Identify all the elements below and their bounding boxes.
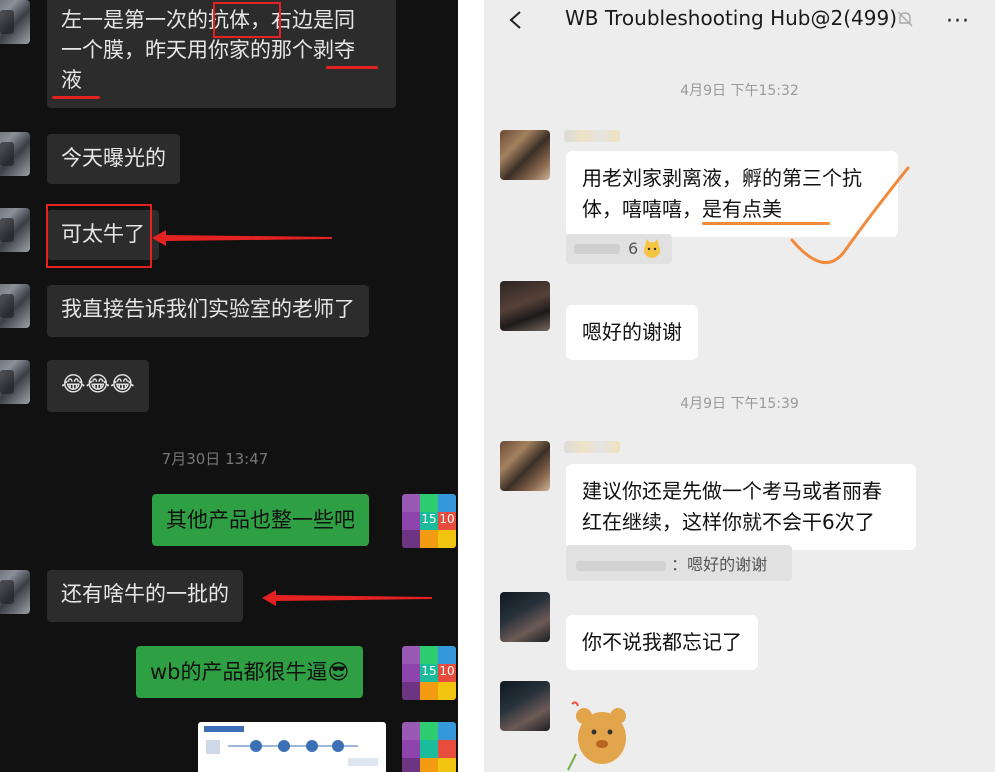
sent-message-bubble[interactable]: 其他产品也整一些吧 (152, 494, 369, 546)
message-line: 一个膜，昨天用你家的那个剥夺 (61, 38, 355, 62)
message-text: 其他产品也整一些吧 (166, 508, 355, 532)
app-icon-number: 15 (420, 664, 438, 682)
chevron-left-icon[interactable] (506, 10, 526, 30)
timestamp: 4月9日 下午15:32 (680, 83, 799, 99)
app-icon-number: 10 (438, 512, 456, 530)
reaction-user-blurred (574, 244, 620, 254)
diagram-thumbnail-image (204, 726, 378, 766)
message-text: wb的产品都很牛逼😎 (150, 660, 350, 684)
app-icon-number: 10 (438, 664, 456, 682)
left-chat-screenshot: 左一是第一次的抗体，右边是同 一个膜，昨天用你家的那个剥夺 液 今天曝光的 可太… (0, 0, 458, 772)
message-bubble[interactable]: 建议你还是先做一个考马或者丽春 红在继续，这样你就不会干6次了 (566, 464, 916, 550)
chat-title: WB Troubleshooting Hub@2(499) (565, 6, 897, 30)
message-bubble[interactable]: 嗯好的谢谢 (566, 305, 698, 360)
reaction-bar[interactable]: 6 (566, 234, 672, 264)
message-bubble[interactable]: 你不说我都忘记了 (566, 615, 758, 670)
app-icon-number: 15 (420, 512, 438, 530)
message-line: 红在继续，这样你就不会干6次了 (582, 510, 875, 534)
avatar[interactable] (0, 570, 30, 614)
message-bubble[interactable]: 还有啥牛的一批的 (47, 570, 243, 622)
message-text: 今天曝光的 (61, 146, 166, 170)
orange-checkmark-icon (790, 166, 910, 264)
message-line: 建议你还是先做一个考马或者丽春 (582, 479, 882, 503)
message-text: 你不说我都忘记了 (582, 630, 742, 654)
avatar[interactable] (0, 208, 30, 252)
sender-name-blurred (564, 441, 620, 453)
red-underline (326, 66, 378, 69)
sender-name-blurred (564, 130, 620, 142)
message-line: 液 (61, 68, 82, 92)
red-highlight-box (46, 204, 152, 268)
timestamp: 4月9日 下午15:39 (680, 396, 799, 412)
avatar[interactable] (0, 360, 30, 404)
avatar[interactable] (0, 132, 30, 176)
message-bubble[interactable]: 😂😂😂 (47, 360, 149, 412)
avatar[interactable] (500, 592, 550, 642)
message-text: 😂😂😂 (61, 372, 135, 396)
more-icon[interactable]: ··· (946, 9, 970, 34)
app-icon[interactable]: 15 10 (402, 646, 456, 700)
app-icon[interactable] (402, 722, 456, 772)
message-text: 嗯好的谢谢 (582, 320, 682, 344)
avatar[interactable] (500, 130, 550, 180)
image-thumbnail[interactable] (198, 722, 386, 772)
avatar[interactable] (500, 441, 550, 491)
reaction-count: 6 (628, 239, 639, 258)
bell-muted-icon (897, 11, 913, 27)
right-chat-screenshot: WB Troubleshooting Hub@2(499) ··· 4月9日 下… (484, 0, 995, 772)
red-highlight-box (213, 2, 281, 38)
avatar[interactable] (0, 284, 30, 328)
avatar[interactable] (500, 681, 550, 731)
message-bubble[interactable]: 今天曝光的 (47, 134, 180, 184)
quoted-sender-blurred (576, 560, 666, 571)
quoted-text: ：嗯好的谢谢 (671, 555, 768, 574)
bear-sticker-icon[interactable] (566, 700, 634, 772)
message-bubble[interactable]: 我直接告诉我们实验室的老师了 (47, 285, 369, 337)
red-arrow-icon (262, 590, 432, 606)
avatar[interactable] (500, 281, 550, 331)
cat-emoji-icon (644, 239, 660, 258)
red-arrow-icon (152, 230, 332, 246)
red-underline (52, 96, 100, 99)
message-text: 我直接告诉我们实验室的老师了 (61, 297, 355, 321)
chat-header: WB Troubleshooting Hub@2(499) ··· (484, 0, 995, 42)
timestamp: 7月30日 13:47 (161, 450, 269, 468)
message-text: 还有啥牛的一批的 (61, 582, 229, 606)
app-icon[interactable]: 15 10 (402, 494, 456, 548)
sent-message-bubble[interactable]: wb的产品都很牛逼😎 (136, 646, 364, 698)
quoted-message[interactable]: ：嗯好的谢谢 (566, 545, 792, 581)
avatar[interactable] (0, 0, 30, 44)
